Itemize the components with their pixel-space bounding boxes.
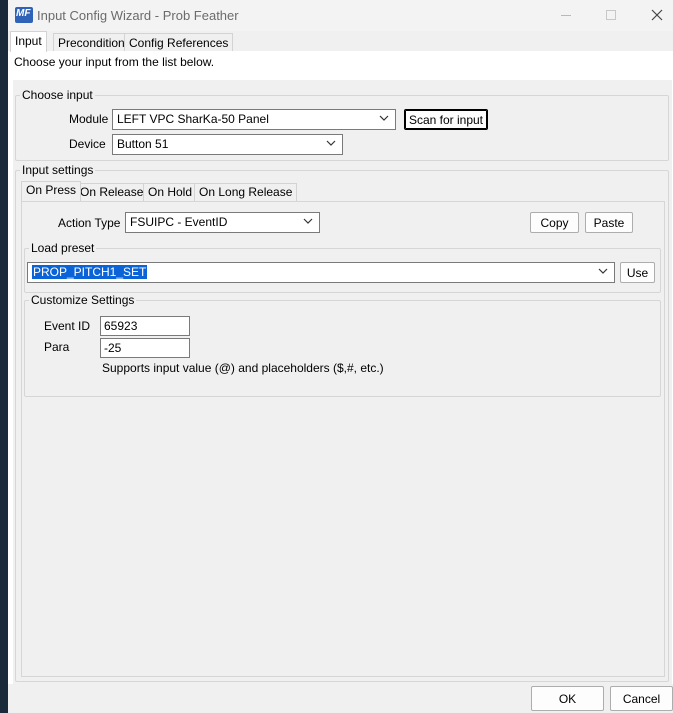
tab-config-references[interactable]: Config References (124, 33, 234, 51)
wizard-window: MF Input Config Wizard - Prob Feather In… (8, 0, 673, 713)
para-value: -25 (104, 341, 122, 355)
load-preset-group: Load preset PROP_PITCH1_SET Use (24, 241, 661, 293)
action-type-label: Action Type (58, 216, 121, 230)
scan-for-input-label: Scan for input (408, 113, 484, 127)
copy-button[interactable]: Copy (530, 212, 579, 233)
content-panel: Choose input Module LEFT VPC SharKa-50 P… (13, 80, 672, 684)
use-preset-button[interactable]: Use (620, 262, 655, 283)
tab-config-references-label: Config References (129, 36, 229, 50)
paste-button[interactable]: Paste (585, 212, 633, 233)
paste-label: Paste (593, 216, 625, 230)
tab-on-press-label: On Press (26, 183, 77, 197)
para-label: Para (44, 340, 70, 354)
tab-precondition[interactable]: Precondition (53, 33, 130, 51)
module-select[interactable]: LEFT VPC SharKa-50 Panel (112, 109, 396, 130)
tab-input[interactable]: Input (10, 31, 47, 52)
customize-settings-title: Customize Settings (29, 293, 137, 307)
tab-on-long-release-label: On Long Release (199, 185, 293, 199)
instruction-text: Choose your input from the list below. (14, 55, 215, 69)
module-select-value: LEFT VPC SharKa-50 Panel (117, 112, 269, 126)
choose-input-group: Choose input Module LEFT VPC SharKa-50 P… (15, 88, 669, 161)
close-icon (651, 9, 663, 21)
close-button[interactable] (644, 4, 670, 26)
ok-button[interactable]: OK (531, 686, 604, 711)
maximize-button[interactable] (598, 4, 624, 26)
placeholder-hint: Supports input value (@) and placeholder… (102, 361, 384, 375)
module-label: Module (69, 112, 109, 126)
choose-input-title: Choose input (20, 88, 95, 102)
input-tab-page: Choose your input from the list below. C… (8, 51, 673, 684)
device-select[interactable]: Button 51 (112, 134, 343, 155)
copy-label: Copy (540, 216, 569, 230)
event-id-label: Event ID (44, 319, 91, 333)
chevron-down-icon (598, 268, 608, 274)
tab-on-press[interactable]: On Press (21, 181, 82, 201)
scan-for-input-button[interactable]: Scan for input (404, 109, 488, 130)
minimize-icon (561, 15, 571, 16)
on-press-page: Action Type FSUIPC - EventID Copy Paste … (21, 201, 665, 677)
action-type-select[interactable]: FSUIPC - EventID (125, 212, 320, 233)
input-settings-group: Input settings On Press On Release On Ho… (15, 163, 669, 682)
event-id-input[interactable]: 65923 (100, 316, 190, 336)
app-logo-text: MF (16, 8, 31, 19)
dialog-footer: OK Cancel (8, 684, 673, 713)
maximize-icon (606, 10, 616, 20)
ok-label: OK (558, 692, 577, 706)
tab-on-hold[interactable]: On Hold (143, 183, 198, 201)
cancel-button[interactable]: Cancel (610, 686, 673, 711)
tab-on-long-release[interactable]: On Long Release (194, 183, 298, 201)
window-title: Input Config Wizard - Prob Feather (37, 8, 239, 23)
chevron-down-icon (326, 140, 336, 146)
tab-on-release-label: On Release (80, 185, 144, 199)
title-bar: MF Input Config Wizard - Prob Feather (8, 0, 673, 31)
para-input[interactable]: -25 (100, 338, 190, 358)
use-preset-label: Use (626, 266, 649, 280)
load-preset-title: Load preset (29, 241, 97, 255)
app-logo-icon: MF (15, 7, 33, 23)
preset-select[interactable]: PROP_PITCH1_SET (27, 262, 615, 283)
device-label: Device (69, 137, 106, 151)
action-type-value: FSUIPC - EventID (130, 215, 228, 229)
event-id-value: 65923 (104, 319, 138, 333)
input-settings-title: Input settings (20, 163, 96, 177)
tab-on-release[interactable]: On Release (75, 183, 149, 201)
tab-on-hold-label: On Hold (148, 185, 193, 199)
cancel-label: Cancel (622, 692, 661, 706)
customize-settings-group: Customize Settings Event ID 65923 Para -… (24, 293, 661, 397)
main-tab-strip: Input Precondition Config References (8, 31, 673, 52)
tab-precondition-label: Precondition (58, 36, 125, 50)
tab-input-label: Input (15, 34, 42, 48)
chevron-down-icon (303, 218, 313, 224)
preset-select-value: PROP_PITCH1_SET (32, 265, 148, 279)
chevron-down-icon (379, 115, 389, 121)
device-select-value: Button 51 (117, 137, 169, 151)
minimize-button[interactable] (553, 4, 579, 26)
